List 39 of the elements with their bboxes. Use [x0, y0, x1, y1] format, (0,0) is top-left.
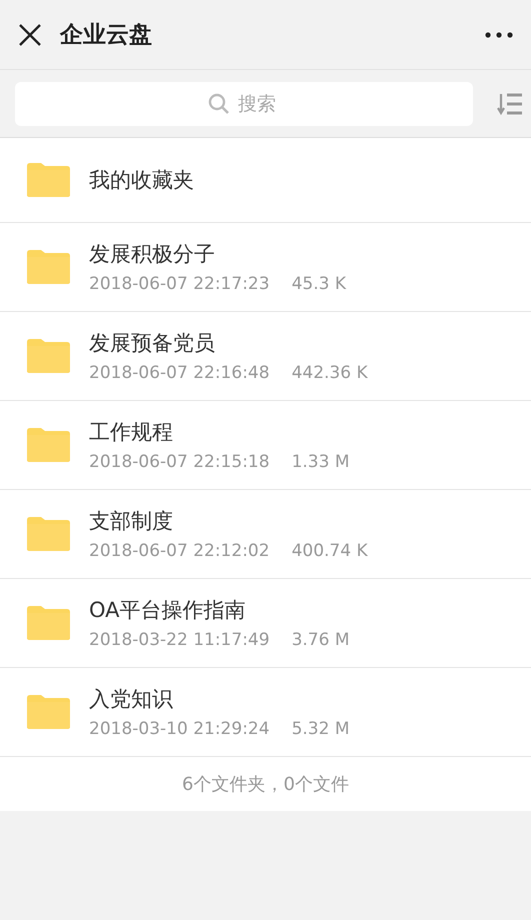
folder-name: 发展预备党员	[89, 330, 216, 357]
folder-name: OA平台操作指南	[89, 597, 247, 624]
item-count: 6个文件夹，0个文件	[182, 773, 349, 796]
page-title: 企业云盘	[60, 21, 153, 50]
modified-date: 2018-06-07 22:12:02	[89, 541, 270, 561]
folder-icon	[25, 427, 71, 463]
folder-item[interactable]: 工作规程 2018-06-07 22:15:18 1.33 M	[0, 401, 531, 490]
folder-size: 1.33 M	[292, 452, 350, 472]
modified-date: 2018-03-10 21:29:24	[89, 719, 270, 739]
search-icon	[208, 92, 230, 114]
modified-date: 2018-03-22 11:17:49	[89, 630, 270, 650]
modified-date: 2018-06-07 22:17:23	[89, 274, 270, 294]
folder-name: 工作规程	[89, 419, 174, 446]
folder-item[interactable]: 发展预备党员 2018-06-07 22:16:48 442.36 K	[0, 312, 531, 401]
folder-item[interactable]: 支部制度 2018-06-07 22:12:02 400.74 K	[0, 490, 531, 579]
folder-item[interactable]: OA平台操作指南 2018-03-22 11:17:49 3.76 M	[0, 579, 531, 668]
search-field[interactable]: 搜索	[15, 82, 473, 126]
folder-item[interactable]: 发展积极分子 2018-06-07 22:17:23 45.3 K	[0, 223, 531, 312]
modified-date: 2018-06-07 22:16:48	[89, 363, 270, 383]
sort-icon[interactable]	[497, 92, 523, 116]
close-icon[interactable]	[18, 22, 42, 46]
folder-name: 支部制度	[89, 508, 174, 535]
modified-date: 2018-06-07 22:15:18	[89, 452, 270, 472]
folder-size: 3.76 M	[292, 630, 350, 650]
folder-size: 45.3 K	[292, 274, 346, 294]
folder-size: 400.74 K	[292, 541, 368, 561]
folder-icon	[25, 162, 71, 198]
folder-item[interactable]: 我的收藏夹	[0, 138, 531, 223]
folder-size: 5.32 M	[292, 719, 350, 739]
folder-name: 入党知识	[89, 686, 174, 713]
folder-size: 442.36 K	[292, 363, 368, 383]
folder-icon	[25, 516, 71, 552]
folder-icon	[25, 338, 71, 374]
folder-name: 发展积极分子	[89, 241, 216, 268]
folder-icon	[25, 694, 71, 730]
folder-icon	[25, 249, 71, 285]
folder-name: 我的收藏夹	[89, 167, 194, 194]
folder-icon	[25, 605, 71, 641]
more-icon[interactable]	[485, 32, 513, 38]
